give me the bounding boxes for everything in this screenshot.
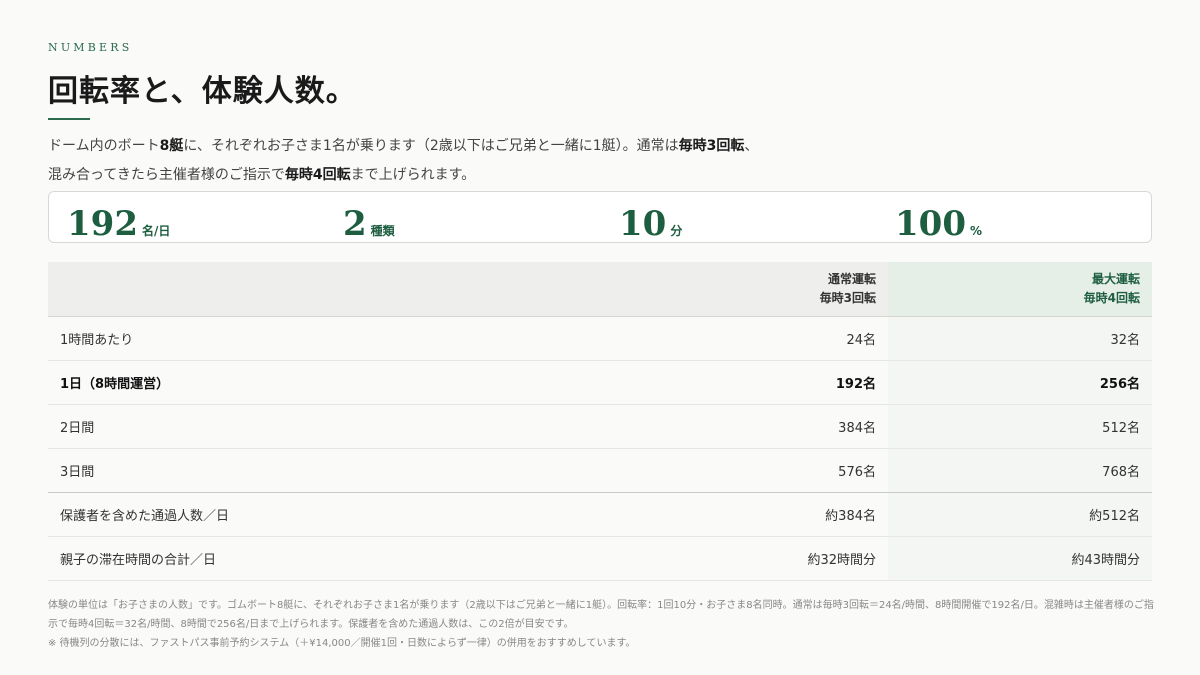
row-label: 2日間 [60,421,95,436]
table-row: 1時間あたり 24名 32名 [48,317,1152,361]
row-max-value: 256名 [888,361,1152,404]
table-row: 2日間 384名 512名 [48,405,1152,449]
table-header-row: 通常運転 毎時3回転 最大運転 毎時4回転 [48,262,1152,317]
row-normal-value: 約32時間分 [807,553,876,568]
lead-emphasis-normal-rate: 毎時3回転 [678,138,745,154]
header-normal-title: 通常運転 [827,272,876,286]
row-normal-value: 約384名 [825,509,876,524]
row-label: 1日（8時間運営） [60,377,170,392]
header-normal-operation: 通常運転 毎時3回転 [712,262,888,316]
stat-unit: 分 [670,224,683,238]
lead-paragraph: ドーム内のボート8艇に、それぞれお子さま1名が乗ります（2歳以下はご兄弟と一緒に… [48,132,768,190]
stat-value: 100 [895,204,966,244]
row-max-value: 32名 [888,317,1152,360]
stat-value: 2 [343,204,367,244]
stat-value: 192 [67,204,138,244]
row-label: 1時間あたり [60,333,134,348]
title-underline [48,118,90,120]
row-normal-value: 24名 [846,333,876,348]
row-max-value: 約512名 [888,493,1152,536]
lead-text-2: に、それぞれお子さま1名が乗ります（2歳以下はご兄弟と一緒に1艇）。通常は [183,138,679,154]
footnote-main: 体験の単位は「お子さまの人数」です。ゴムボート8艇に、それぞれお子さま1名が乗り… [48,600,1154,630]
header-normal-rate: 毎時3回転 [819,291,876,305]
row-label: 3日間 [60,465,95,480]
stat-daily-kids: 192 名/日 [67,204,170,244]
table-row: 親子の滞在時間の合計／日 約32時間分 約43時間分 [48,537,1152,581]
stat-unit: 名/日 [141,224,171,238]
stat-types: 2 種類 [343,204,395,244]
lead-emphasis-boats: 8艇 [159,138,184,154]
stat-minutes: 10 分 [619,204,682,244]
lead-text-1: ドーム内のボート [48,138,160,154]
stat-unit: 種類 [370,224,395,238]
table-row: 1日（8時間運営） 192名 256名 [48,361,1152,405]
header-max-title: 最大運転 [1091,272,1140,286]
row-normal-value: 576名 [838,465,876,480]
row-max-value: 512名 [888,405,1152,448]
footnotes: 体験の単位は「お子さまの人数」です。ゴムボート8艇に、それぞれお子さま1名が乗り… [48,596,1158,653]
page-title: 回転率と、体験人数。 [48,74,357,109]
header-max-rate: 毎時4回転 [1083,291,1140,305]
section-eyebrow: NUMBERS [48,41,133,54]
stat-value: 10 [619,204,667,244]
lead-text-4: まで上げられます。 [350,167,476,183]
table-row: 3日間 576名 768名 [48,449,1152,493]
lead-emphasis-max-rate: 毎時4回転 [284,167,351,183]
row-max-value: 768名 [888,449,1152,492]
header-max-operation: 最大運転 毎時4回転 [888,262,1152,316]
stat-unit: % [969,224,983,238]
row-label: 親子の滞在時間の合計／日 [60,553,217,568]
stat-percent: 100% [895,204,982,244]
header-label-cell [48,262,712,316]
row-normal-value: 384名 [838,421,876,436]
row-max-value: 約43時間分 [888,537,1152,580]
footnote-fastpass: ※ 待機列の分散には、ファストパス事前予約システム（＋¥14,000／開催1回・… [48,638,636,649]
table-row: 保護者を含めた通過人数／日 約384名 約512名 [48,493,1152,537]
row-normal-value: 192名 [835,377,876,392]
row-label: 保護者を含めた通過人数／日 [60,509,230,524]
capacity-table: 通常運転 毎時3回転 最大運転 毎時4回転 1時間あたり 24名 32名 1日（… [48,262,1152,581]
stats-card: 192 名/日 2 種類 10 分 100% [48,191,1152,244]
